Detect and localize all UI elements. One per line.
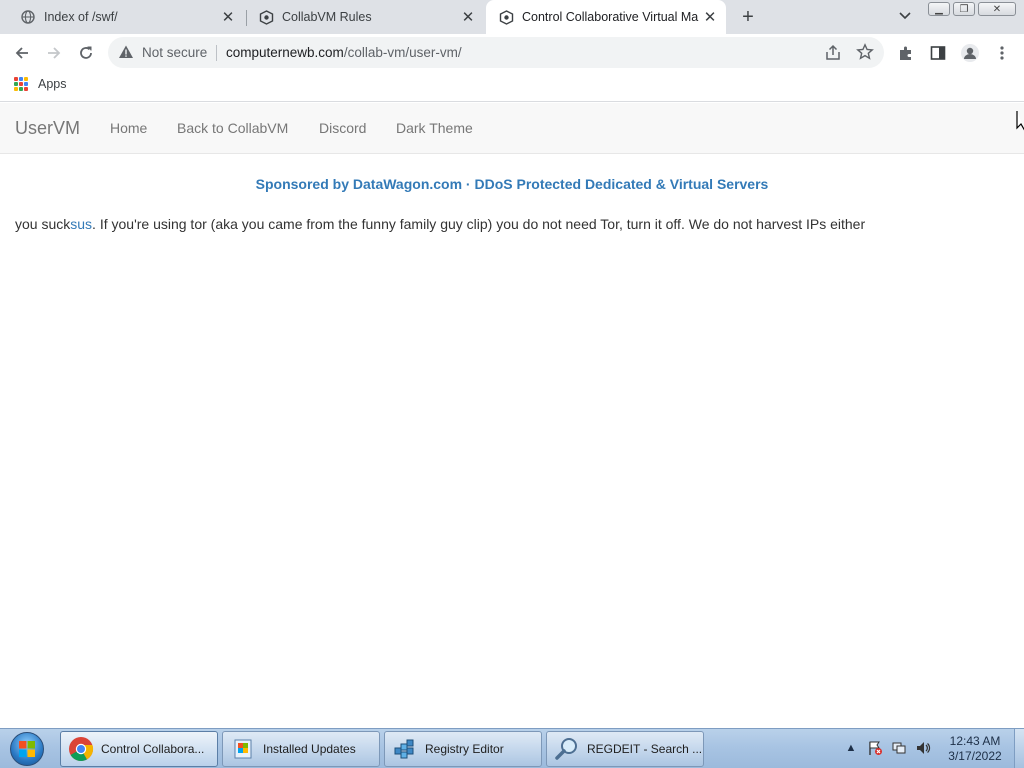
- bookmark-star-icon[interactable]: [856, 43, 874, 61]
- show-desktop-button[interactable]: [1014, 729, 1024, 768]
- apps-grid-icon: [14, 77, 28, 91]
- chrome-icon: [67, 735, 95, 763]
- nav-discord-link[interactable]: Discord: [319, 120, 366, 136]
- warning-triangle-icon[interactable]: [118, 44, 134, 60]
- site-navbar: UserVM Home Back to CollabVM Discord Dar…: [0, 103, 1024, 154]
- url-path: /collab-vm/user-vm/: [343, 45, 462, 60]
- navbar-brand[interactable]: UserVM: [15, 118, 80, 139]
- globe-icon: [20, 9, 36, 25]
- tab-close-icon[interactable]: ✕: [700, 7, 720, 27]
- tab-strip: Index of /swf/ ✕ CollabVM Rules ✕ Contro…: [0, 0, 1024, 34]
- taskbar-search[interactable]: REGDEIT - Search ...: [546, 731, 704, 767]
- tab-control-collaborative-vm[interactable]: Control Collaborative Virtual Ma ✕: [486, 0, 726, 34]
- address-url[interactable]: computernewb.com/collab-vm/user-vm/: [226, 45, 462, 60]
- system-tray: ▲: [842, 739, 938, 757]
- reload-icon[interactable]: [74, 41, 98, 65]
- profile-avatar-icon[interactable]: [958, 41, 982, 65]
- nav-back-to-collabvm-link[interactable]: Back to CollabVM: [177, 120, 288, 136]
- message-text-after: . If you're using tor (aka you came from…: [92, 216, 866, 232]
- nav-dark-theme-link[interactable]: Dark Theme: [396, 120, 473, 136]
- security-status[interactable]: Not secure: [142, 45, 207, 60]
- url-host: computernewb.com: [226, 45, 344, 60]
- address-separator: [216, 45, 217, 61]
- nav-home-link[interactable]: Home: [110, 120, 147, 136]
- clock-date: 3/17/2022: [948, 749, 1002, 763]
- web-page: UserVM Home Back to CollabVM Discord Dar…: [0, 103, 1024, 728]
- show-hidden-icons-arrow-icon[interactable]: ▲: [842, 739, 860, 757]
- message-text-before: you suck: [15, 216, 71, 232]
- start-button[interactable]: [6, 731, 48, 767]
- task-label: Registry Editor: [425, 742, 504, 756]
- taskbar-installed-updates[interactable]: Installed Updates: [222, 731, 380, 767]
- tab-close-icon[interactable]: ✕: [218, 7, 238, 27]
- task-label: Control Collabora...: [101, 742, 205, 756]
- taskbar-chrome[interactable]: Control Collabora...: [60, 731, 218, 767]
- windows-taskbar: Control Collabora... Installed Updates R…: [0, 728, 1024, 768]
- collabvm-icon: [258, 9, 274, 25]
- message-link[interactable]: sus: [70, 216, 92, 232]
- restore-button[interactable]: ❐: [953, 2, 975, 16]
- side-panel-icon[interactable]: [926, 41, 950, 65]
- close-window-button[interactable]: ✕: [978, 2, 1016, 16]
- minimize-button[interactable]: ▁: [928, 2, 950, 16]
- installed-updates-icon: [229, 735, 257, 763]
- volume-speaker-icon[interactable]: [914, 739, 932, 757]
- clock-time: 12:43 AM: [949, 734, 1001, 748]
- action-center-flag-icon[interactable]: [866, 739, 884, 757]
- mouse-cursor-icon: [1016, 110, 1024, 132]
- tab-title: Index of /swf/: [44, 10, 118, 24]
- forward-arrow-icon[interactable]: [42, 41, 66, 65]
- bookmark-apps[interactable]: Apps: [14, 77, 67, 91]
- tab-title: Control Collaborative Virtual Ma: [522, 10, 699, 24]
- tab-search-chevron-icon[interactable]: [896, 6, 914, 26]
- extensions-puzzle-icon[interactable]: [894, 41, 918, 65]
- registry-editor-icon: [391, 735, 419, 763]
- share-icon[interactable]: [824, 44, 842, 62]
- system-clock[interactable]: 12:43 AM 3/17/2022: [940, 734, 1010, 764]
- tab-title: CollabVM Rules: [282, 10, 372, 24]
- windows-logo-icon: [10, 732, 44, 766]
- collabvm-icon: [498, 9, 514, 25]
- back-arrow-icon[interactable]: [10, 41, 34, 65]
- network-icon[interactable]: [890, 739, 908, 757]
- apps-label: Apps: [38, 77, 67, 91]
- new-tab-button[interactable]: +: [736, 5, 760, 29]
- taskbar-registry-editor[interactable]: Registry Editor: [384, 731, 542, 767]
- tab-collabvm-rules[interactable]: CollabVM Rules ✕: [238, 0, 484, 34]
- address-bar[interactable]: Not secure computernewb.com/collab-vm/us…: [108, 37, 884, 68]
- tab-index-swf[interactable]: Index of /swf/ ✕: [0, 0, 244, 34]
- more-menu-icon[interactable]: [990, 41, 1014, 65]
- task-label: REGDEIT - Search ...: [587, 742, 703, 756]
- search-magnifier-icon: [553, 735, 581, 763]
- sponsor-banner-link[interactable]: Sponsored by DataWagon.com · DDoS Protec…: [0, 176, 1024, 192]
- notice-message: you sucksus. If you're using tor (aka yo…: [15, 216, 865, 232]
- task-label: Installed Updates: [263, 742, 356, 756]
- bookmarks-bar: Apps: [0, 72, 1024, 102]
- tab-close-icon[interactable]: ✕: [458, 7, 478, 27]
- browser-toolbar: Not secure computernewb.com/collab-vm/us…: [0, 34, 1024, 72]
